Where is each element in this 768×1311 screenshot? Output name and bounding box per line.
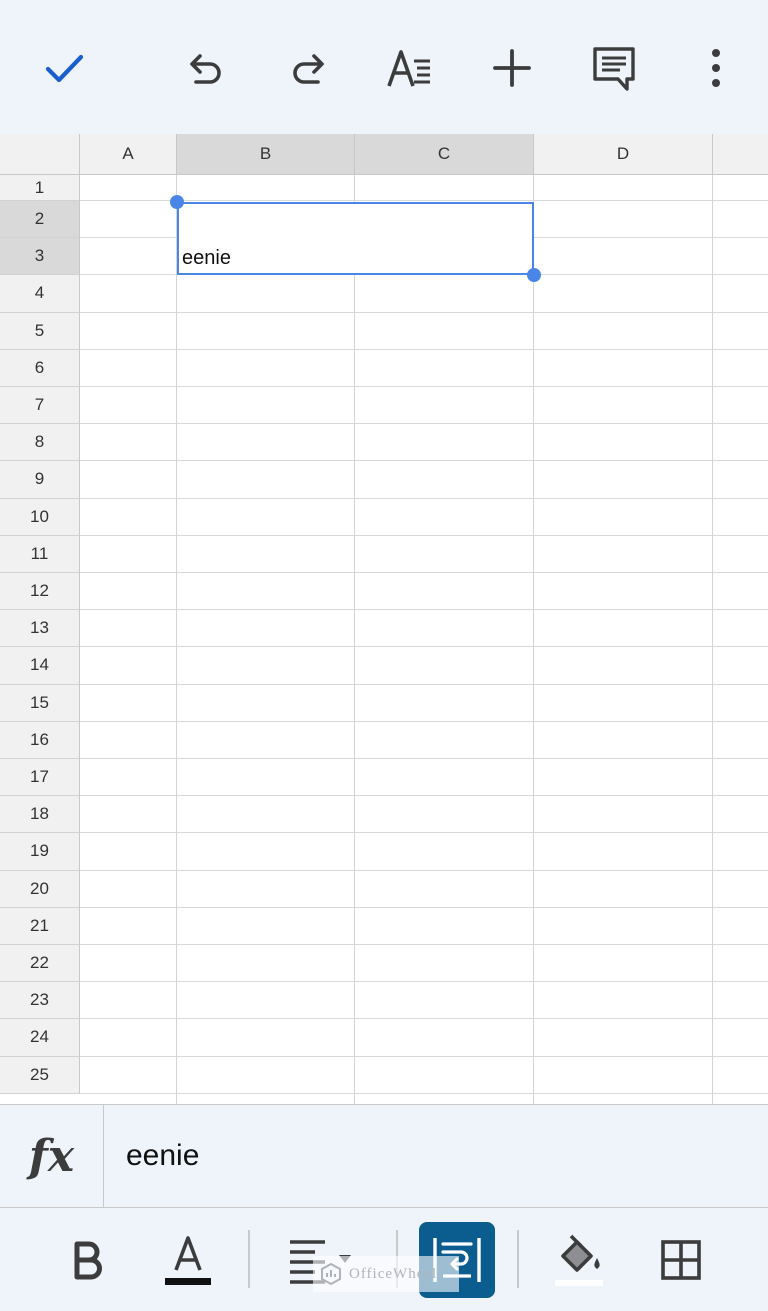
row-header-4[interactable]: 4 <box>0 275 80 313</box>
select-all-corner[interactable] <box>0 134 80 175</box>
row-header-15[interactable]: 15 <box>0 684 80 722</box>
table-row[interactable] <box>80 610 768 648</box>
table-row[interactable] <box>80 313 768 350</box>
table-row[interactable] <box>80 945 768 983</box>
table-row[interactable] <box>80 759 768 797</box>
watermark-logo-icon <box>321 1262 341 1286</box>
row-header-23[interactable]: 23 <box>0 982 80 1020</box>
table-row[interactable] <box>80 499 768 536</box>
borders-icon[interactable] <box>650 1222 712 1298</box>
row-header-22[interactable]: 22 <box>0 945 80 983</box>
bold-icon[interactable] <box>58 1222 116 1298</box>
watermark-text: OfficeWheel <box>349 1265 438 1282</box>
row-header-21[interactable]: 21 <box>0 907 80 945</box>
row-header-1[interactable]: 1 <box>0 175 80 201</box>
table-row[interactable] <box>80 175 768 201</box>
selection-handle-top-left[interactable] <box>170 195 184 209</box>
row-header-13[interactable]: 13 <box>0 610 80 648</box>
table-row[interactable] <box>80 387 768 425</box>
undo-icon[interactable] <box>178 40 234 96</box>
table-row[interactable] <box>80 722 768 759</box>
table-row[interactable] <box>80 982 768 1020</box>
column-header-a[interactable]: A <box>80 134 177 175</box>
row-header-8[interactable]: 8 <box>0 424 80 462</box>
row-header-20[interactable]: 20 <box>0 870 80 908</box>
row-header-16[interactable]: 16 <box>0 721 80 759</box>
check-icon[interactable] <box>36 40 92 96</box>
text-format-icon[interactable] <box>382 40 438 96</box>
more-vert-icon[interactable] <box>688 40 744 96</box>
row-header-25[interactable]: 25 <box>0 1056 80 1094</box>
row-header-19[interactable]: 19 <box>0 833 80 871</box>
row-header-14[interactable]: 14 <box>0 647 80 685</box>
table-row[interactable] <box>80 796 768 834</box>
row-header-5[interactable]: 5 <box>0 312 80 350</box>
table-row[interactable] <box>80 647 768 685</box>
table-row[interactable] <box>80 833 768 871</box>
table-row[interactable] <box>80 871 768 908</box>
row-header-10[interactable]: 10 <box>0 498 80 536</box>
fill-color-icon[interactable] <box>550 1222 608 1298</box>
table-row[interactable] <box>80 461 768 499</box>
redo-icon[interactable] <box>280 40 336 96</box>
table-row[interactable] <box>80 424 768 462</box>
top-toolbar <box>0 0 768 134</box>
cell-value: eenie <box>182 247 231 269</box>
column-header-c[interactable]: C <box>355 134 534 175</box>
spreadsheet-grid[interactable]: A B C D 1 2 3 4 5 6 7 8 9 10 11 12 13 14 15 16 17 18 19 20 2… <box>0 134 768 1104</box>
table-row[interactable] <box>80 908 768 945</box>
format-toolbar: OfficeWheel <box>0 1208 768 1311</box>
row-header-18[interactable]: 18 <box>0 796 80 834</box>
table-row[interactable] <box>80 685 768 722</box>
row-header-7[interactable]: 7 <box>0 387 80 425</box>
row-header-3[interactable]: 3 <box>0 238 80 276</box>
formula-bar: fx eenie <box>0 1104 768 1208</box>
table-row[interactable] <box>80 573 768 611</box>
formula-input[interactable]: eenie <box>126 1139 199 1173</box>
row-header-17[interactable]: 17 <box>0 759 80 797</box>
fx-icon: fx <box>0 1105 104 1207</box>
column-header-partial[interactable] <box>713 134 768 175</box>
selected-cell-range[interactable]: eenie <box>177 202 534 275</box>
comment-icon[interactable] <box>586 40 642 96</box>
table-row[interactable] <box>80 350 768 387</box>
column-header-b[interactable]: B <box>177 134 355 175</box>
row-header-24[interactable]: 24 <box>0 1019 80 1057</box>
table-row[interactable] <box>80 536 768 573</box>
table-row[interactable] <box>80 1057 768 1094</box>
row-header-6[interactable]: 6 <box>0 349 80 387</box>
plus-icon[interactable] <box>484 40 540 96</box>
row-header-12[interactable]: 12 <box>0 573 80 611</box>
selection-handle-bottom-right[interactable] <box>527 268 541 282</box>
column-header-d[interactable]: D <box>534 134 713 175</box>
table-row[interactable] <box>80 1019 768 1057</box>
watermark-logo: OfficeWheel <box>313 1256 459 1292</box>
row-header-9[interactable]: 9 <box>0 461 80 499</box>
row-header-11[interactable]: 11 <box>0 535 80 573</box>
table-row[interactable] <box>80 275 768 313</box>
text-color-icon[interactable] <box>158 1222 218 1298</box>
row-header-2[interactable]: 2 <box>0 201 80 239</box>
